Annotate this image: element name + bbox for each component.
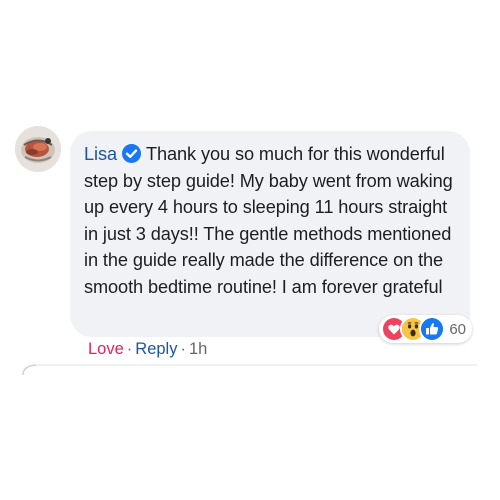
comment-body: Lisa Thank you so much for this wonderful… [84,141,456,301]
reply-link[interactable]: Reply [135,340,177,358]
like-icon [419,316,446,342]
love-reaction-link[interactable]: Love [88,340,124,358]
comment-actions: Love · Reply · 1h [88,340,207,359]
action-separator: · [126,340,133,358]
author-name[interactable]: Lisa [84,144,117,164]
reaction-count: 60 [449,320,466,338]
avatar[interactable] [15,126,61,172]
action-separator: · [180,340,186,358]
comment-bubble: Lisa Thank you so much for this wonderful… [70,131,472,343]
avatar-image [15,126,61,172]
timestamp-link[interactable]: 1h [189,340,207,358]
reactions-summary[interactable]: 60 [379,315,472,343]
comment-text: Thank you so much for this wonderful ste… [84,144,453,297]
reply-thread-line [22,364,477,376]
comment-page: Lisa Thank you so much for this wonderful… [0,0,500,500]
verified-badge-icon [121,144,141,163]
